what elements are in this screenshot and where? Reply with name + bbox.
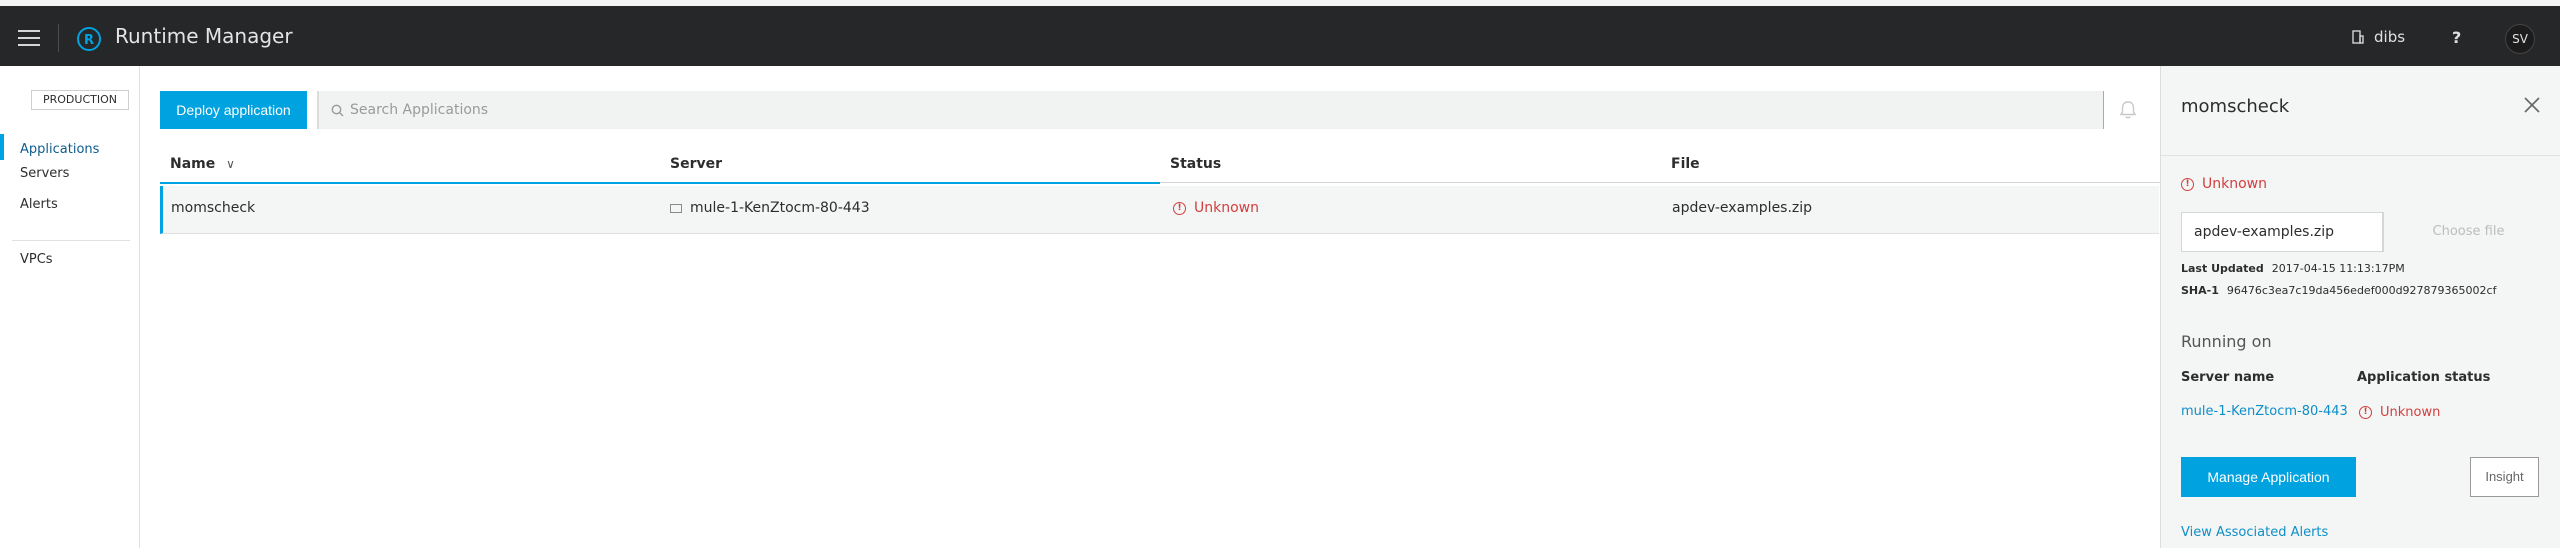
org-switcher[interactable]: dibs <box>2352 28 2405 46</box>
close-icon[interactable] <box>2523 96 2541 114</box>
application-status: ! Unknown <box>2359 405 2440 420</box>
last-updated-value: 2017-04-15 11:13:17PM <box>2271 262 2405 275</box>
choose-file-button[interactable]: Choose file <box>2383 212 2553 252</box>
top-bar: R Runtime Manager dibs ? SV <box>0 0 2560 66</box>
search-bar <box>317 91 2104 129</box>
view-associated-alerts-link[interactable]: View Associated Alerts <box>2181 525 2328 540</box>
application-status-label: Unknown <box>2380 405 2441 420</box>
running-on-heading: Running on <box>2181 332 2272 351</box>
org-name: dibs <box>2374 28 2406 46</box>
row-status-cell: ! Unknown <box>1173 200 1259 216</box>
column-header-file[interactable]: File <box>1671 156 1700 172</box>
row-file: apdev-examples.zip <box>1672 200 1813 216</box>
alert-circle-icon: ! <box>2181 177 2194 191</box>
header-divider <box>58 24 59 52</box>
sort-chevron-down-icon: ∨ <box>226 157 235 171</box>
building-icon <box>2352 30 2364 44</box>
sidebar: PRODUCTION Applications Servers Alerts V… <box>0 66 140 548</box>
server-icon <box>670 203 682 213</box>
row-status: Unknown <box>1194 200 1259 216</box>
search-input[interactable] <box>350 102 950 118</box>
table-row[interactable] <box>160 186 2159 234</box>
svg-text:R: R <box>84 33 94 48</box>
sidebar-item-vpcs[interactable]: VPCs <box>20 252 53 267</box>
application-status-header: Application status <box>2357 370 2491 385</box>
column-header-status[interactable]: Status <box>1170 156 1221 172</box>
column-header-server[interactable]: Server <box>670 156 722 172</box>
alert-circle-icon: ! <box>1173 201 1186 215</box>
sidebar-item-applications[interactable]: Applications <box>20 142 99 157</box>
help-button[interactable]: ? <box>2452 28 2461 47</box>
active-nav-indicator <box>0 134 4 160</box>
app-title: Runtime Manager <box>115 24 293 48</box>
sidebar-item-alerts[interactable]: Alerts <box>20 197 58 212</box>
file-name-field[interactable]: apdev-examples.zip <box>2181 212 2383 252</box>
application-detail-panel: momscheck ! Unknown apdev-examples.zip C… <box>2160 66 2560 548</box>
runtime-manager-logo-icon: R <box>77 27 101 51</box>
panel-title: momscheck <box>2181 96 2290 117</box>
last-updated-row: Last Updated 2017-04-15 11:13:17PM <box>2181 262 2405 275</box>
table-header-sort-underline <box>160 182 1160 184</box>
row-app-name: momscheck <box>171 200 256 216</box>
alert-circle-icon: ! <box>2359 406 2372 419</box>
sha-label: SHA-1 <box>2181 284 2219 297</box>
user-avatar[interactable]: SV <box>2505 24 2535 54</box>
sha-row: SHA-1 96476c3ea7c19da456edef000d927879365… <box>2181 284 2496 297</box>
server-name-header: Server name <box>2181 370 2275 385</box>
row-server-name: mule-1-KenZtocm-80-443 <box>690 200 870 216</box>
sidebar-divider <box>12 240 130 241</box>
insight-button[interactable]: Insight <box>2470 457 2539 497</box>
sha-value: 96476c3ea7c19da456edef000d927879365002cf <box>2226 284 2497 297</box>
sidebar-item-servers[interactable]: Servers <box>20 166 69 181</box>
search-icon <box>331 104 344 116</box>
panel-status-label: Unknown <box>2202 176 2267 192</box>
manage-application-button[interactable]: Manage Application <box>2181 457 2356 497</box>
notification-bell-icon[interactable] <box>2117 99 2139 121</box>
column-header-name-label: Name <box>170 156 216 172</box>
server-name-link[interactable]: mule-1-KenZtocm-80-443 <box>2181 404 2348 419</box>
environment-selector[interactable]: PRODUCTION <box>31 90 129 110</box>
row-server-cell: mule-1-KenZtocm-80-443 <box>670 200 870 216</box>
last-updated-label: Last Updated <box>2181 262 2264 275</box>
panel-status: ! Unknown <box>2181 176 2267 192</box>
panel-header: momscheck <box>2161 66 2560 156</box>
deploy-application-button[interactable]: Deploy application <box>160 91 307 129</box>
column-header-name[interactable]: Name ∨ <box>170 156 235 172</box>
hamburger-menu-icon[interactable] <box>18 30 40 48</box>
